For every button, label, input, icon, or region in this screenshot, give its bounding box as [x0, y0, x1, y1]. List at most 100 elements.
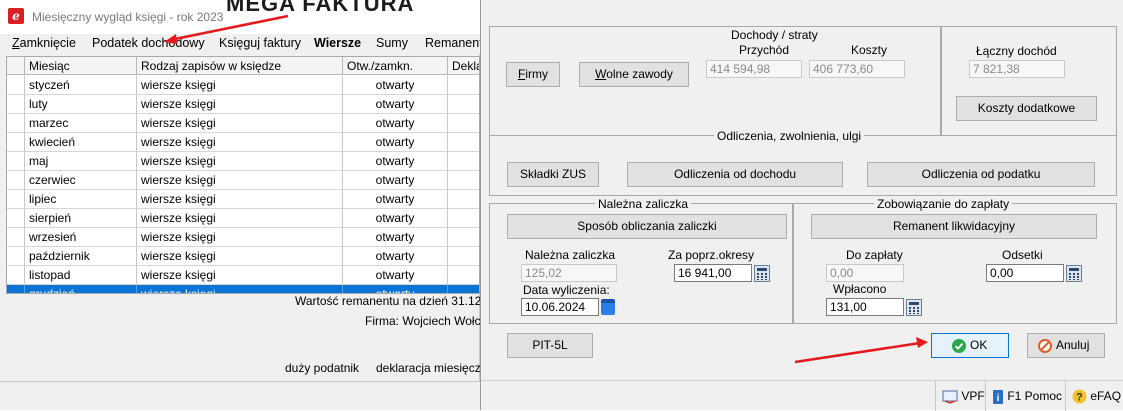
laczny-dochod-field: 7 821,38 [969, 60, 1065, 78]
table-row[interactable]: luty wiersze księgi otwarty [7, 95, 479, 114]
cell-month: sierpień [25, 209, 137, 228]
cell-status: otwarty [343, 95, 448, 114]
cell-declaration [448, 247, 479, 266]
firmy-button[interactable]: Firmy [506, 62, 560, 87]
cell-status: otwarty [343, 285, 448, 293]
header-miesiac[interactable]: Miesiąc [25, 57, 137, 75]
cell-type: wiersze księgi [137, 247, 343, 266]
cell-declaration [448, 190, 479, 209]
table-row[interactable]: czerwiec wiersze księgi otwarty [7, 171, 479, 190]
table-header: Miesiąc Rodzaj zapisów w księdze Otw./za… [7, 57, 479, 75]
table-row[interactable]: listopad wiersze księgi otwarty [7, 266, 479, 285]
cell-month: październik [25, 247, 137, 266]
faq-icon: ? [1072, 389, 1087, 404]
cell-month: styczeń [25, 76, 137, 95]
row-indicator [7, 133, 25, 152]
cell-status: otwarty [343, 114, 448, 133]
table-row[interactable]: maj wiersze księgi otwarty [7, 152, 479, 171]
menu-wiersze[interactable]: Wiersze [314, 36, 361, 50]
pit-5l-button[interactable]: PIT-5L [507, 333, 593, 358]
cell-type: wiersze księgi [137, 76, 343, 95]
menu-ksieguj-faktury[interactable]: Księguj faktury [219, 36, 301, 50]
ok-button-label: OK [970, 338, 988, 352]
menu-zamkniecie[interactable]: Zamknięcie [12, 36, 76, 50]
wplacono-label: Wpłacono [833, 282, 887, 296]
cell-status: otwarty [343, 190, 448, 209]
ok-check-icon [952, 339, 966, 353]
laczny-dochod-label: Łączny dochód [976, 44, 1057, 58]
help-icon: i [993, 389, 1003, 404]
months-table[interactable]: Miesiąc Rodzaj zapisów w księdze Otw./za… [6, 56, 480, 294]
cell-status: otwarty [343, 228, 448, 247]
cell-month: czerwiec [25, 171, 137, 190]
status-bar: VPF i F1 Pomoc ? eFAQ [481, 380, 1123, 411]
table-row[interactable]: kwiecień wiersze księgi otwarty [7, 133, 479, 152]
cell-declaration [448, 266, 479, 285]
odliczenia-podatku-button[interactable]: Odliczenia od podatku [867, 162, 1095, 187]
liability-title: Zobowiązanie do zapłaty [874, 197, 1013, 211]
za-poprz-okresy-field[interactable]: 16 941,00 [674, 264, 752, 282]
anuluj-button[interactable]: Anuluj [1027, 333, 1105, 358]
vpf-icon [942, 390, 958, 404]
table-row[interactable]: lipiec wiersze księgi otwarty [7, 190, 479, 209]
cell-type: wiersze księgi [137, 266, 343, 285]
table-row[interactable]: sierpień wiersze księgi otwarty [7, 209, 479, 228]
calculator-icon[interactable] [754, 265, 770, 282]
calculator-icon[interactable] [906, 299, 922, 316]
odsetki-field[interactable]: 0,00 [986, 264, 1064, 282]
row-indicator [7, 285, 25, 293]
cell-type: wiersze księgi [137, 114, 343, 133]
przychod-field: 414 594,98 [706, 60, 802, 78]
wplacono-field[interactable]: 131,00 [826, 298, 904, 316]
cell-declaration [448, 152, 479, 171]
sposob-obliczania-button[interactable]: Sposób obliczania zaliczki [507, 214, 787, 239]
cell-type: wiersze księgi [137, 228, 343, 247]
do-zaplaty-label: Do zapłaty [846, 248, 903, 262]
menu-sumy[interactable]: Sumy [376, 36, 408, 50]
cell-declaration [448, 95, 479, 114]
odliczenia-dochodu-button[interactable]: Odliczenia od dochodu [627, 162, 843, 187]
faq-label: eFAQ [1090, 389, 1122, 403]
cell-month: listopad [25, 266, 137, 285]
skladki-zus-button[interactable]: Składki ZUS [507, 162, 599, 187]
data-wyliczenia-field[interactable]: 10.06.2024 [521, 298, 599, 316]
help-item[interactable]: i F1 Pomoc [985, 381, 1065, 411]
table-row[interactable]: marzec wiersze księgi otwarty [7, 114, 479, 133]
koszty-dodatkowe-button[interactable]: Koszty dodatkowe [956, 96, 1097, 121]
header-deklaracja[interactable]: Dekla [448, 57, 479, 75]
calendar-icon[interactable] [601, 299, 615, 315]
row-indicator [7, 171, 25, 190]
header-rodzaj[interactable]: Rodzaj zapisów w księdze [137, 57, 343, 75]
koszty-field: 406 773,60 [809, 60, 905, 78]
ok-button[interactable]: OK [931, 333, 1009, 358]
row-indicator [7, 247, 25, 266]
remanent-likwidacyjny-button[interactable]: Remanent likwidacyjny [811, 214, 1097, 239]
tax-type: duży podatnik [285, 361, 360, 375]
menu-bar: Zamknięcie Podatek dochodowy Księguj fak… [0, 34, 483, 54]
cell-month: wrzesień [25, 228, 137, 247]
menu-remanent[interactable]: Remanent [425, 36, 483, 50]
header-status[interactable]: Otw./zamkn. [343, 57, 448, 75]
income-tax-dialog: Dochody / straty Firmy Wolne zawody Przy… [480, 0, 1123, 411]
book-window: e Miesięczny wygląd księgi - rok 2023 ME… [0, 0, 487, 410]
cell-type: wiersze księgi [137, 209, 343, 228]
faq-item[interactable]: ? eFAQ [1065, 381, 1123, 411]
cell-type: wiersze księgi [137, 171, 343, 190]
row-indicator [7, 228, 25, 247]
table-row[interactable]: grudzień wiersze księgi otwarty [7, 285, 479, 293]
app-logo-icon: e [8, 8, 24, 24]
table-row[interactable]: styczeń wiersze księgi otwarty [7, 76, 479, 95]
wolne-zawody-button[interactable]: Wolne zawody [579, 62, 689, 87]
svg-text:?: ? [1076, 392, 1083, 404]
cell-status: otwarty [343, 266, 448, 285]
cell-declaration [448, 76, 479, 95]
firma-info: Firma: Wojciech Wołc [365, 314, 481, 328]
cell-status: otwarty [343, 152, 448, 171]
table-row[interactable]: wrzesień wiersze księgi otwarty [7, 228, 479, 247]
cell-type: wiersze księgi [137, 190, 343, 209]
menu-podatek-dochodowy[interactable]: Podatek dochodowy [92, 36, 205, 50]
table-row[interactable]: październik wiersze księgi otwarty [7, 247, 479, 266]
calculator-icon[interactable] [1066, 265, 1082, 282]
header-indicator [7, 57, 25, 75]
vpf-item[interactable]: VPF [935, 381, 985, 411]
